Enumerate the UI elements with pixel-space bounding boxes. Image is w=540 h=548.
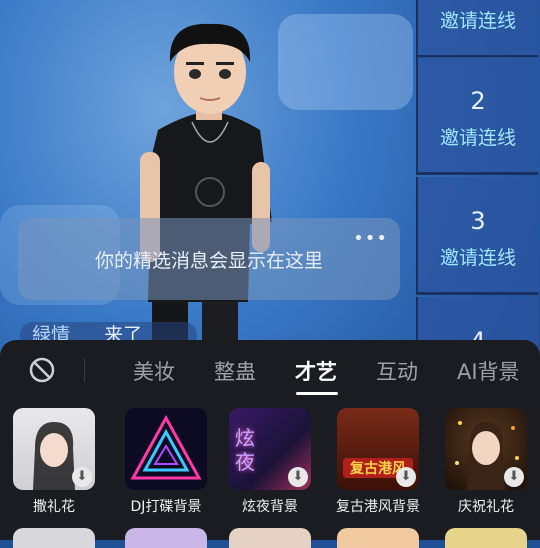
effect-label: 复古港风背景 xyxy=(336,499,420,515)
effect-thumbnail xyxy=(125,408,207,490)
invite-slot-3[interactable]: 3 邀请连线 xyxy=(416,177,538,295)
effect-item-row2[interactable] xyxy=(337,528,419,548)
effect-thumbnail: 炫夜 ⬇ xyxy=(229,408,311,490)
effects-tab-bar: 美妆 整蛊 才艺 互动 AI背景 xyxy=(0,340,540,400)
active-tab-indicator xyxy=(296,392,338,395)
effect-label: 撒礼花 xyxy=(33,499,75,515)
ban-icon[interactable] xyxy=(28,356,56,384)
invite-column: 邀请连线 2 邀请连线 3 邀请连线 4 xyxy=(416,0,540,415)
tab-interactive[interactable]: 互动 xyxy=(376,356,418,386)
effect-label: 炫夜背景 xyxy=(242,499,298,515)
download-icon[interactable]: ⬇ xyxy=(504,467,524,487)
invite-slot-label: 邀请连线 xyxy=(439,10,516,32)
pinned-message-text: 你的精选消息会显示在这里 xyxy=(94,250,323,272)
effect-item-row2[interactable] xyxy=(125,528,207,548)
effect-thumbnail: ⬇ xyxy=(445,408,527,490)
effect-item-row2[interactable] xyxy=(445,528,527,548)
effect-item-row2[interactable] xyxy=(13,528,95,548)
invite-slot-1[interactable]: 邀请连线 xyxy=(416,0,538,58)
neon-triangle-image xyxy=(130,414,202,480)
effect-thumbnail: 复古港风 ⬇ xyxy=(337,408,419,490)
effects-grid: ⬇ 撒礼花 DJ打碟背景 炫夜 ⬇ 炫夜背景 复古港风 ⬇ 复古港风背景 ⬇ 庆… xyxy=(0,408,540,548)
tab-talent[interactable]: 才艺 xyxy=(295,356,337,386)
download-icon[interactable]: ⬇ xyxy=(288,467,308,487)
invite-slot-label: 邀请连线 xyxy=(439,247,516,269)
effect-item-row2[interactable] xyxy=(229,528,311,548)
invite-slot-label: 邀请连线 xyxy=(439,127,516,149)
tab-prank[interactable]: 整蛊 xyxy=(214,356,256,386)
effect-label: 庆祝礼花 xyxy=(458,499,514,515)
tab-makeup[interactable]: 美妆 xyxy=(133,356,175,386)
invite-slot-number: 2 xyxy=(470,87,486,115)
avatar-character xyxy=(140,23,272,352)
tab-ai-background[interactable]: AI背景 xyxy=(457,356,520,386)
download-icon[interactable]: ⬇ xyxy=(72,467,92,487)
effects-panel: 美妆 整蛊 才艺 互动 AI背景 ⬇ 撒礼花 DJ打碟背景 炫夜 ⬇ 炫夜背景 … xyxy=(0,340,540,548)
effect-label: DJ打碟背景 xyxy=(130,499,202,515)
download-icon[interactable]: ⬇ xyxy=(396,467,416,487)
invite-slot-number: 3 xyxy=(470,207,486,235)
effect-thumbnail: ⬇ xyxy=(13,408,95,490)
pinned-message-box[interactable]: ••• 你的精选消息会显示在这里 xyxy=(18,218,400,300)
invite-slot-2[interactable]: 2 邀请连线 xyxy=(416,57,538,175)
tab-divider xyxy=(84,358,85,382)
speech-bubble-decoration xyxy=(278,14,413,110)
thumbnail-text: 炫夜 xyxy=(235,426,255,474)
